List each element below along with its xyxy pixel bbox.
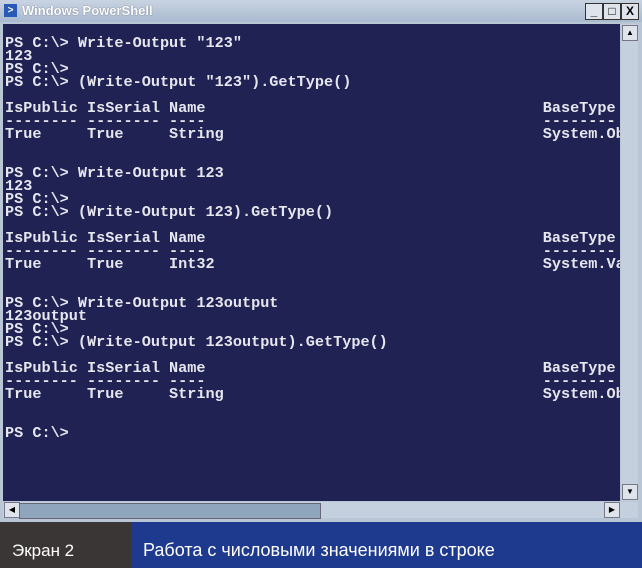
console-line: True True String System.Object (5, 385, 620, 403)
horizontal-scrollbar[interactable]: ◀ ▶ (3, 502, 621, 519)
console-line: True True String System.Object (5, 125, 620, 143)
caption-box: Работа с числовыми значениями в строке (131, 522, 642, 568)
title-bar[interactable]: > Windows PowerShell _ □ X (0, 0, 642, 22)
console-line: PS C:\> Write-Output 123 (5, 164, 224, 182)
scroll-right-icon[interactable]: ▶ (604, 502, 620, 518)
console-line: True True Int32 System.ValueType (5, 255, 620, 273)
resize-grip-icon[interactable] (621, 502, 638, 518)
console-line: PS C:\> (Write-Output 123output).GetType… (5, 333, 388, 351)
console-line: PS C:\> (Write-Output "123").GetType() (5, 73, 352, 91)
console-output[interactable]: PS C:\> Write-Output "123" 123 PS C:\> PS C… (3, 24, 620, 501)
vertical-scrollbar[interactable]: ▲ ▼ (621, 24, 638, 501)
maximize-button[interactable]: □ (603, 3, 621, 20)
powershell-icon: > (4, 4, 17, 17)
console-text: PS C:\> Write-Output "123" 123 PS C:\> PS C… (5, 34, 620, 442)
horizontal-scroll-thumb[interactable] (19, 503, 321, 519)
caption-text: Работа с числовыми значениями в строке (143, 540, 495, 560)
close-button[interactable]: X (621, 3, 639, 20)
scroll-down-icon[interactable]: ▼ (622, 484, 638, 500)
minimize-button[interactable]: _ (585, 3, 603, 20)
scroll-up-icon[interactable]: ▲ (622, 25, 638, 41)
scroll-left-icon[interactable]: ◀ (4, 502, 20, 518)
console-line: PS C:\> Write-Output 123output (5, 294, 279, 312)
console-line: PS C:\> (Write-Output 123).GetType() (5, 203, 334, 221)
caption-label: Экран 2 (12, 541, 75, 560)
caption-label-box: Экран 2 (0, 522, 131, 568)
window-title: Windows PowerShell (22, 3, 153, 18)
powershell-window: > Windows PowerShell _ □ X PS C:\> Write… (0, 0, 642, 522)
console-line: PS C:\> Write-Output "123" (5, 34, 242, 52)
console-line: PS C:\> (5, 424, 69, 442)
